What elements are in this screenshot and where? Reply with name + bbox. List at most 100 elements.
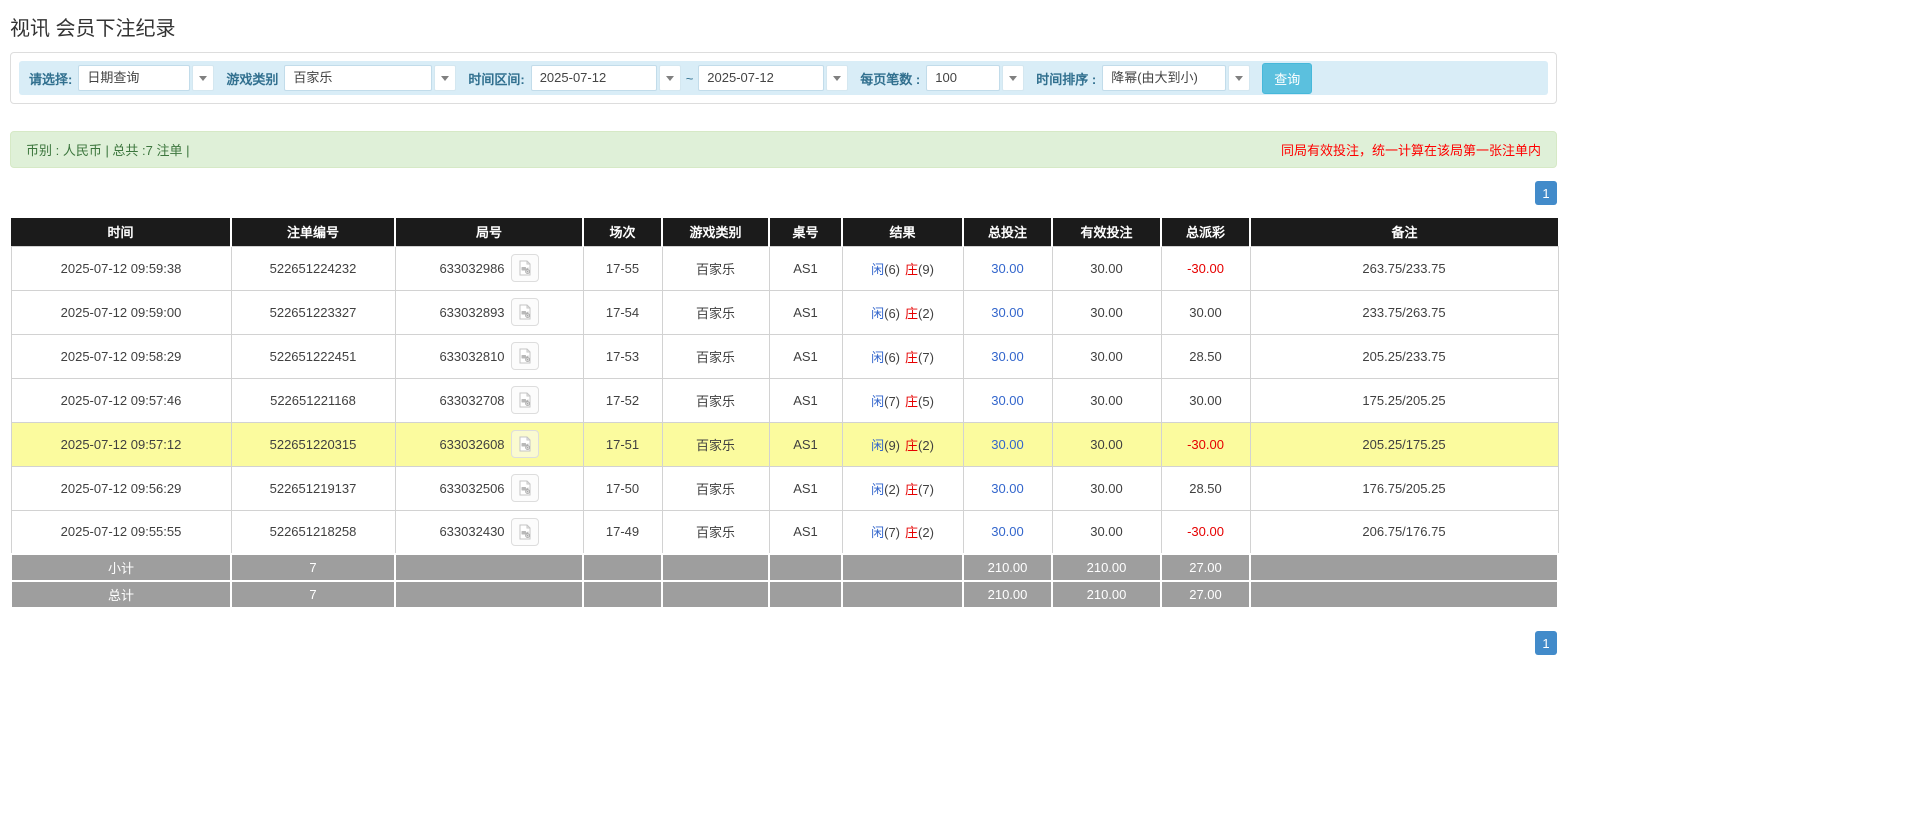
page-size-select[interactable]: 100 <box>926 65 1025 91</box>
cell-round-id: 633032986 <box>394 245 584 291</box>
player-result-score: (2) <box>884 481 900 497</box>
grand-total-count: 7 <box>230 580 396 609</box>
cell-valid-bet: 30.00 <box>1051 289 1162 335</box>
video-replay-button[interactable] <box>510 342 539 370</box>
cell-remark: 205.25/175.25 <box>1249 421 1559 467</box>
cell-valid-bet: 30.00 <box>1051 333 1162 379</box>
cell-game-type: 百家乐 <box>661 245 770 291</box>
cell-result: 闲(7) 庄(2) <box>841 509 964 555</box>
player-result-score: (7) <box>884 393 900 409</box>
cell-time: 2025-07-12 09:57:12 <box>10 421 232 467</box>
cell-valid-bet: 30.00 <box>1051 377 1162 423</box>
date-range-separator: ~ <box>685 70 694 86</box>
grand-total-total-bet: 210.00 <box>962 580 1053 609</box>
round-id-value: 633032810 <box>439 348 505 364</box>
pagination-page-1[interactable]: 1 <box>1535 631 1557 655</box>
column-header-table-no: 桌号 <box>769 218 843 246</box>
chevron-down-icon <box>199 75 208 81</box>
round-id-value: 633032506 <box>439 480 505 496</box>
table-row: 2025-07-12 09:58:29 522651222451 6330328… <box>10 333 1559 379</box>
total-bet-link[interactable]: 30.00 <box>991 393 1024 408</box>
game-type-dropdown-button[interactable] <box>434 65 457 91</box>
cell-result: 闲(6) 庄(2) <box>841 289 964 335</box>
video-replay-button[interactable] <box>510 517 539 546</box>
cell-session: 17-50 <box>582 465 663 511</box>
sort-order-value[interactable]: 降幂(由大到小) <box>1102 65 1227 91</box>
grand-total-payout: 27.00 <box>1160 580 1251 609</box>
film-document-icon <box>519 436 531 452</box>
film-document-icon <box>519 260 531 276</box>
total-bet-link[interactable]: 30.00 <box>991 524 1024 539</box>
search-button[interactable]: 查询 <box>1262 62 1313 94</box>
grand-total-valid-bet: 210.00 <box>1051 580 1162 609</box>
cell-session: 17-54 <box>582 289 663 335</box>
total-bet-link[interactable]: 30.00 <box>991 437 1024 452</box>
date-from-dropdown-button[interactable] <box>658 65 681 91</box>
table-row: 2025-07-12 09:56:29 522651219137 6330325… <box>10 465 1559 511</box>
cell-game-type: 百家乐 <box>661 289 770 335</box>
chevron-down-icon <box>833 75 842 81</box>
cell-time: 2025-07-12 09:58:29 <box>10 333 232 379</box>
grand-total-row: 总计 7 210.00 210.00 27.00 <box>10 580 1559 609</box>
game-type-select[interactable]: 百家乐 <box>284 65 457 91</box>
cell-payout: -30.00 <box>1160 245 1251 291</box>
player-result-score: (9) <box>884 437 900 453</box>
round-id-value: 633032608 <box>439 436 505 452</box>
cell-payout: 30.00 <box>1160 377 1251 423</box>
date-to-value[interactable]: 2025-07-12 <box>698 65 825 91</box>
cell-valid-bet: 30.00 <box>1051 421 1162 467</box>
cell-valid-bet: 30.00 <box>1051 509 1162 555</box>
total-bet-link[interactable]: 30.00 <box>991 261 1024 276</box>
banker-result-label: 庄 <box>905 261 919 277</box>
page-size-dropdown-button[interactable] <box>1002 65 1025 91</box>
column-header-valid-bet: 有效投注 <box>1052 218 1162 246</box>
film-document-icon <box>519 304 531 320</box>
game-type-value[interactable]: 百家乐 <box>284 65 433 91</box>
column-header-round-id: 局号 <box>395 218 584 246</box>
cell-time: 2025-07-12 09:57:46 <box>10 377 232 423</box>
player-result-score: (6) <box>884 305 900 321</box>
video-replay-button[interactable] <box>510 430 539 458</box>
date-from-value[interactable]: 2025-07-12 <box>530 65 657 91</box>
cell-remark: 206.75/176.75 <box>1249 509 1559 555</box>
bet-records-table: 时间 注单编号 局号 场次 游戏类别 桌号 结果 总投注 有效投注 总派彩 备注… <box>10 218 1559 609</box>
page-size-value[interactable]: 100 <box>926 65 1001 91</box>
grand-total-label: 总计 <box>10 580 232 609</box>
video-replay-button[interactable] <box>510 298 539 326</box>
pagination-bottom: 1 <box>10 631 1557 675</box>
film-document-icon <box>519 524 531 540</box>
total-bet-link[interactable]: 30.00 <box>991 481 1024 496</box>
query-type-dropdown-button[interactable] <box>192 65 215 91</box>
pagination-page-1[interactable]: 1 <box>1535 181 1557 205</box>
query-type-select[interactable]: 日期查询 <box>78 65 215 91</box>
banker-result-score: (5) <box>918 393 934 409</box>
cell-result: 闲(9) 庄(2) <box>841 421 964 467</box>
subtotal-count: 7 <box>230 553 396 582</box>
sort-order-dropdown-button[interactable] <box>1228 65 1251 91</box>
video-replay-button[interactable] <box>510 254 539 282</box>
cell-table-no: AS1 <box>768 333 843 379</box>
cell-round-id: 633032810 <box>394 333 584 379</box>
cell-result: 闲(2) 庄(7) <box>841 465 964 511</box>
video-replay-button[interactable] <box>510 386 539 414</box>
sort-order-select[interactable]: 降幂(由大到小) <box>1102 65 1251 91</box>
date-to-select[interactable]: 2025-07-12 <box>698 65 849 91</box>
cell-game-type: 百家乐 <box>661 421 770 467</box>
video-replay-button[interactable] <box>510 474 539 502</box>
banker-result-score: (2) <box>918 437 934 453</box>
query-type-value[interactable]: 日期查询 <box>78 65 191 91</box>
player-result-label: 闲 <box>871 437 885 453</box>
date-to-dropdown-button[interactable] <box>826 65 849 91</box>
banker-result-score: (7) <box>918 349 934 365</box>
round-id-value: 633032708 <box>439 392 505 408</box>
total-bet-link[interactable]: 30.00 <box>991 349 1024 364</box>
total-bet-link[interactable]: 30.00 <box>991 305 1024 320</box>
cell-time: 2025-07-12 09:59:38 <box>10 245 232 291</box>
cell-payout: 30.00 <box>1160 289 1251 335</box>
chevron-down-icon <box>1235 75 1244 81</box>
cell-total-bet: 30.00 <box>962 377 1053 423</box>
table-footer: 小计 7 210.00 210.00 27.00 总计 7 210.00 210… <box>10 553 1559 609</box>
film-document-icon <box>519 392 531 408</box>
cell-round-id: 633032893 <box>394 289 584 335</box>
date-from-select[interactable]: 2025-07-12 <box>530 65 681 91</box>
